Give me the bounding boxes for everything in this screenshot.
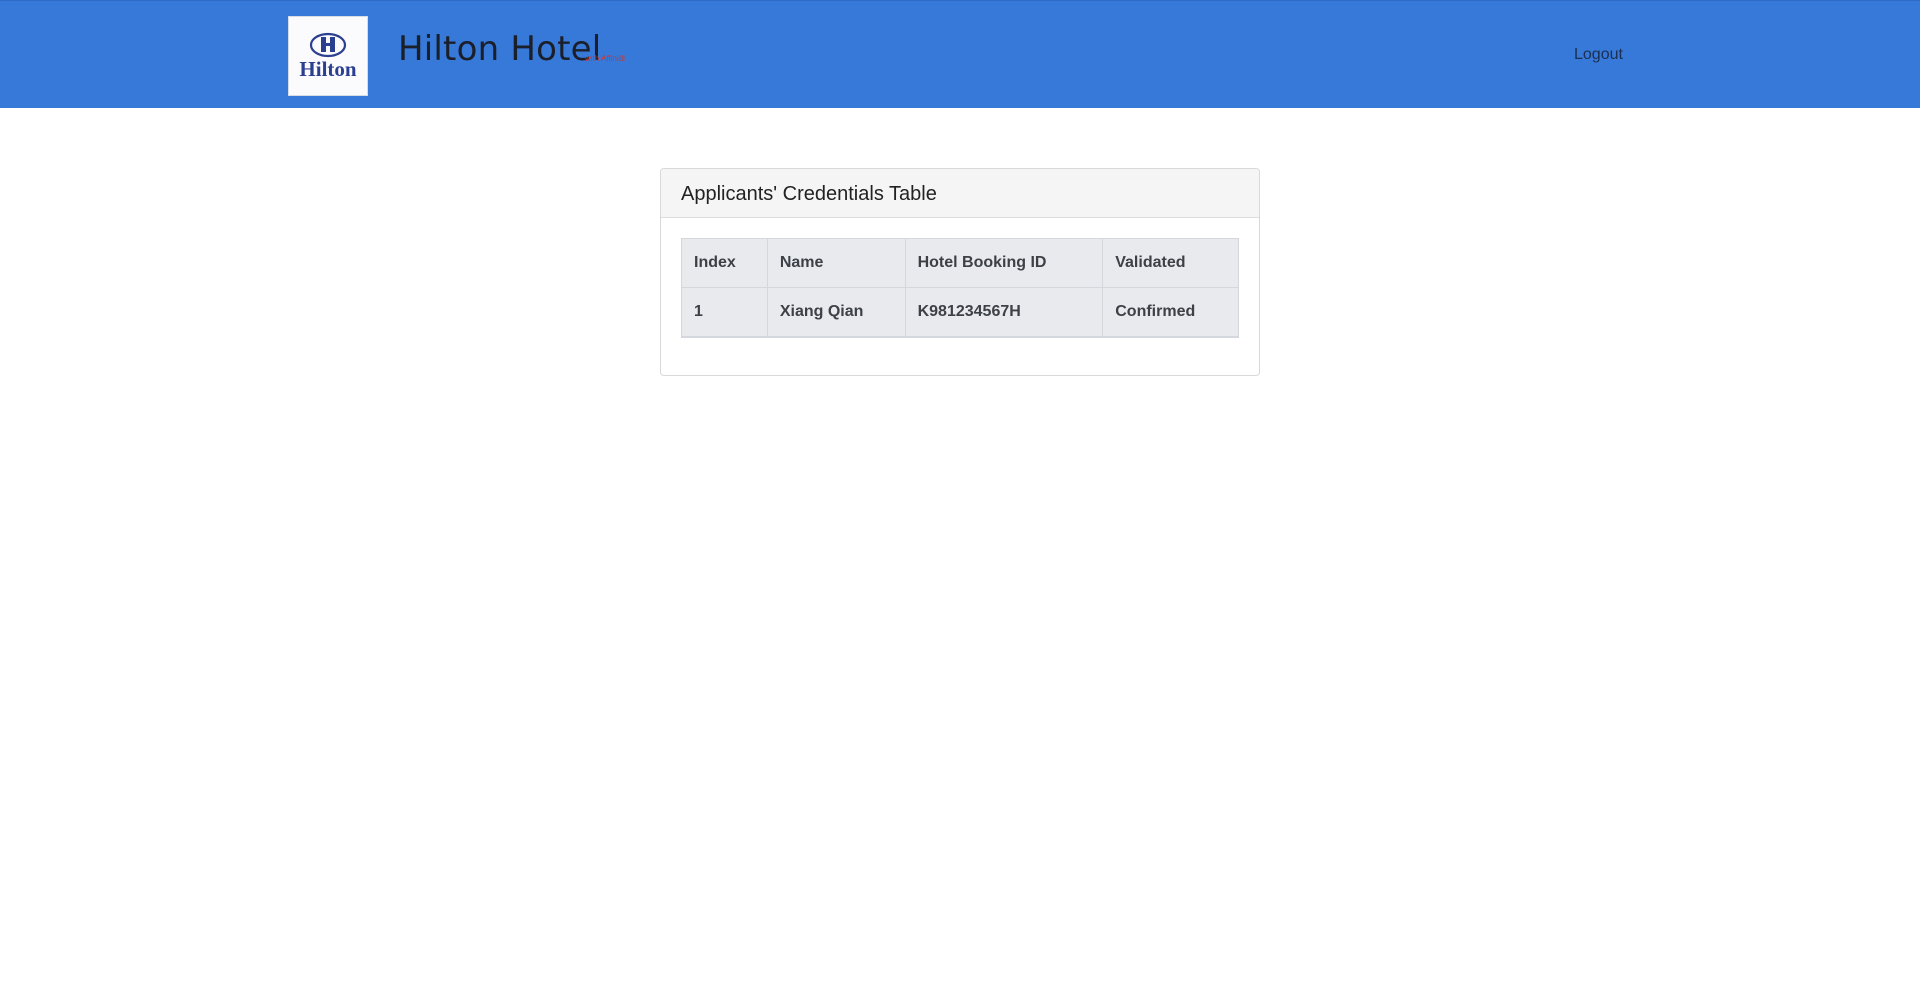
cell-index: 1 — [681, 287, 768, 338]
column-header-validated: Validated — [1102, 238, 1239, 288]
logout-link[interactable]: Logout — [1574, 46, 1623, 64]
hilton-logo-icon: Hilton — [299, 32, 357, 81]
cell-booking-id: K981234567H — [904, 287, 1104, 338]
card-header: Applicants' Credentials Table — [661, 169, 1259, 218]
table-header-row: Index Name Hotel Booking ID Validated — [681, 238, 1239, 288]
cell-name: Xiang Qian — [766, 287, 906, 338]
cell-validated: Confirmed — [1102, 287, 1239, 338]
brand-subtitle: with Affinidi — [585, 54, 625, 63]
table-row: 1 Xiang Qian K981234567H Confirmed — [681, 287, 1239, 338]
svg-text:Hilton: Hilton — [299, 57, 356, 81]
brand-title: Hilton Hotel — [398, 29, 602, 69]
top-navbar: Hilton Hilton Hotel with Affinidi Logout — [0, 0, 1920, 108]
credentials-table: Index Name Hotel Booking ID Validated 1 … — [681, 238, 1239, 338]
credentials-card: Applicants' Credentials Table Index Name… — [660, 168, 1260, 376]
column-header-index: Index — [681, 238, 768, 288]
hilton-logo[interactable]: Hilton — [288, 16, 368, 96]
column-header-name: Name — [766, 238, 906, 288]
card-title: Applicants' Credentials Table — [681, 183, 937, 205]
column-header-booking-id: Hotel Booking ID — [904, 238, 1104, 288]
